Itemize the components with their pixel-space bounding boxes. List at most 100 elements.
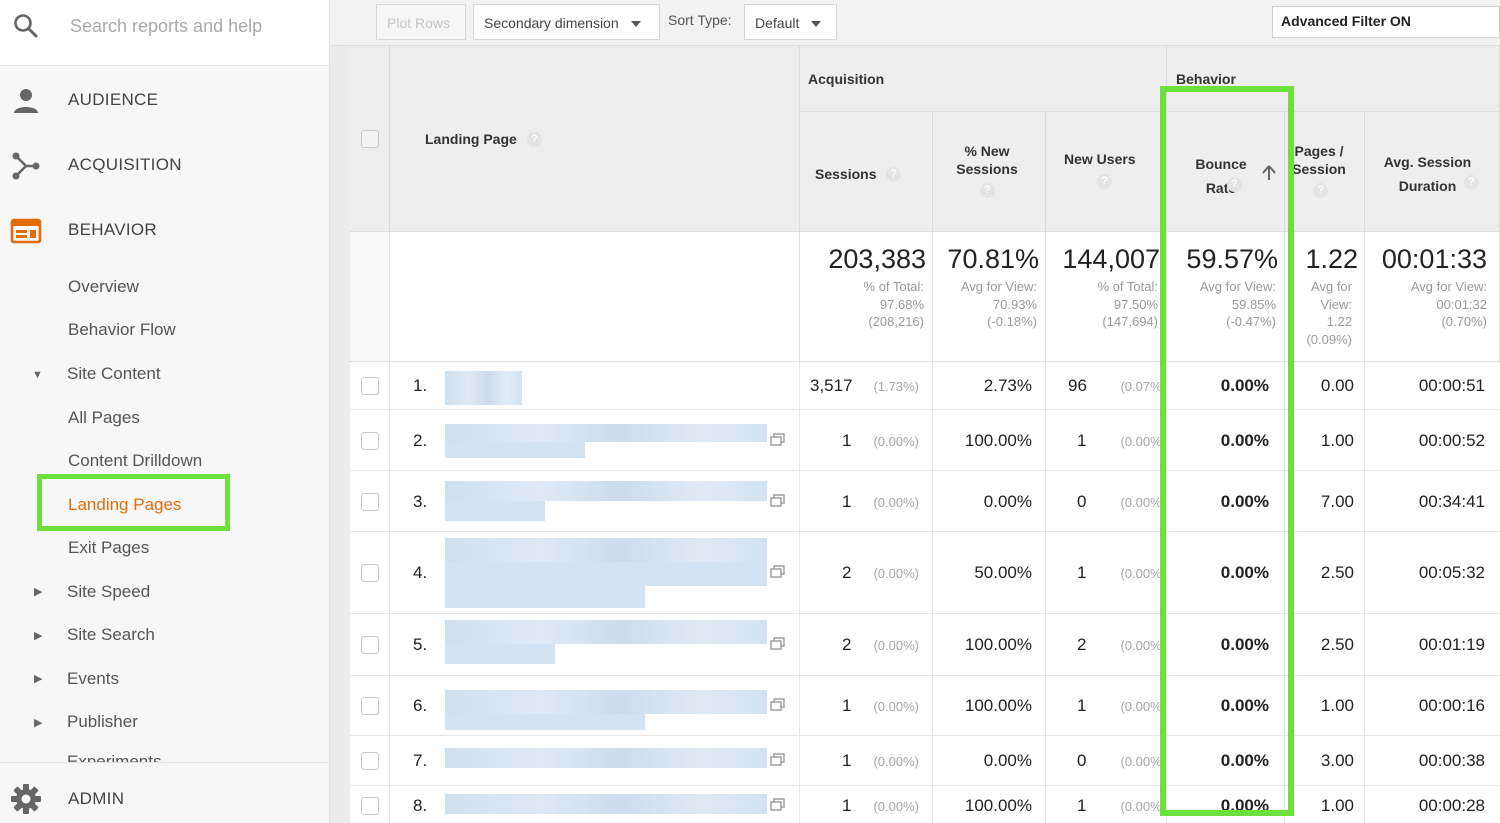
help-icon[interactable]: ? xyxy=(886,167,901,182)
bounce-rate-value: 0.00% xyxy=(1221,696,1269,716)
menu-all-pages[interactable]: All Pages xyxy=(68,408,140,428)
menu-site-search[interactable]: Site Search xyxy=(67,625,155,645)
bounce-rate-value: 0.00% xyxy=(1221,635,1269,655)
row-checkbox-cell xyxy=(350,410,390,470)
help-icon[interactable]: ? xyxy=(1227,177,1242,192)
redacted-url[interactable] xyxy=(445,714,645,730)
menu-behavior-flow[interactable]: Behavior Flow xyxy=(68,320,176,340)
redacted-url[interactable] xyxy=(445,794,767,814)
header-avg-session-duration[interactable]: Avg. Session Duration ? xyxy=(1365,112,1500,232)
redacted-url[interactable] xyxy=(445,690,767,714)
secondary-dimension-dropdown[interactable]: Secondary dimension xyxy=(473,4,660,40)
redacted-url[interactable] xyxy=(445,644,555,664)
external-link-icon[interactable] xyxy=(770,433,785,446)
search-bar[interactable]: Search reports and help xyxy=(0,0,330,66)
table-row[interactable]: 4. 2 (0.00%) 50.00% 1 (0.00%) 0.00% 2.50… xyxy=(350,532,1500,614)
help-icon[interactable]: ? xyxy=(980,183,995,198)
menu-events[interactable]: Events xyxy=(67,669,119,689)
acquisition-group-label: Acquisition xyxy=(808,70,884,88)
sessions-cell: 2 (0.00%) xyxy=(800,532,933,613)
sort-ascending-arrow-icon[interactable] xyxy=(1262,165,1276,181)
header-sessions[interactable]: Sessions ? xyxy=(800,112,933,232)
collapsed-triangle-icon[interactable]: ▶ xyxy=(34,672,42,685)
total-new-sessions-value: 70.81% xyxy=(947,244,1039,275)
sort-type-dropdown[interactable]: Default xyxy=(744,4,837,40)
header-new-sessions[interactable]: % New Sessions ? xyxy=(933,112,1046,232)
new-sessions-cell: 50.00% xyxy=(933,532,1046,613)
row-checkbox[interactable] xyxy=(361,752,379,770)
row-checkbox[interactable] xyxy=(361,636,379,654)
header-landing-page[interactable]: Landing Page ? xyxy=(390,46,800,232)
advanced-filter-badge[interactable]: Advanced Filter ON xyxy=(1272,6,1500,38)
menu-content-drilldown[interactable]: Content Drilldown xyxy=(68,451,202,471)
external-link-icon[interactable] xyxy=(770,494,785,507)
table-row[interactable]: 3. 1 (0.00%) 0.00% 0 (0.00%) 0.00% 7.00 … xyxy=(350,471,1500,532)
menu-exit-pages[interactable]: Exit Pages xyxy=(68,538,149,558)
expanded-triangle-icon[interactable]: ▼ xyxy=(32,369,43,381)
redacted-url[interactable] xyxy=(445,562,767,586)
table-row[interactable]: 5. 2 (0.00%) 100.00% 2 (0.00%) 0.00% 2.5… xyxy=(350,614,1500,676)
help-icon[interactable]: ? xyxy=(1464,175,1479,190)
redacted-url[interactable] xyxy=(445,371,522,405)
external-link-icon[interactable] xyxy=(770,753,785,766)
collapsed-triangle-icon[interactable]: ▶ xyxy=(34,716,42,729)
search-icon xyxy=(12,12,40,40)
help-icon[interactable]: ? xyxy=(1313,183,1328,198)
menu-overview[interactable]: Overview xyxy=(68,277,139,297)
nav-acquisition[interactable]: ACQUISITION xyxy=(0,141,330,191)
nav-behavior[interactable]: BEHAVIOR xyxy=(0,206,330,256)
row-checkbox[interactable] xyxy=(361,797,379,815)
external-link-icon[interactable] xyxy=(770,565,785,578)
avg-session-value: 00:00:16 xyxy=(1419,696,1485,716)
menu-publisher[interactable]: Publisher xyxy=(67,712,138,732)
help-icon[interactable]: ? xyxy=(527,132,542,147)
redacted-url[interactable] xyxy=(445,481,767,501)
avg-session-cell: 00:00:52 xyxy=(1365,410,1500,470)
row-checkbox[interactable] xyxy=(361,377,379,395)
table-row[interactable]: 7. 1 (0.00%) 0.00% 0 (0.00%) 0.00% 3.00 … xyxy=(350,736,1500,786)
nav-audience[interactable]: AUDIENCE xyxy=(0,76,330,126)
menu-site-speed[interactable]: Site Speed xyxy=(67,582,150,602)
row-checkbox-cell xyxy=(350,532,390,613)
nav-audience-label: AUDIENCE xyxy=(68,90,158,110)
sessions-value: 3,517 xyxy=(810,376,853,396)
redacted-url[interactable] xyxy=(445,620,767,644)
row-checkbox[interactable] xyxy=(361,493,379,511)
header-new-users[interactable]: New Users ? xyxy=(1046,112,1167,232)
redacted-url[interactable] xyxy=(445,748,767,768)
select-all-checkbox[interactable] xyxy=(361,130,379,148)
table-row[interactable]: 1. 3,517 (1.73%) 2.73% 96 (0.07%) 0.00% … xyxy=(350,362,1500,410)
row-checkbox[interactable] xyxy=(361,432,379,450)
collapsed-triangle-icon[interactable]: ▶ xyxy=(34,585,42,598)
external-link-icon[interactable] xyxy=(770,698,785,711)
header-pages-session[interactable]: Pages / Session ? xyxy=(1285,112,1365,232)
redacted-url[interactable] xyxy=(445,538,767,562)
help-icon[interactable]: ? xyxy=(1097,174,1112,189)
plot-rows-button[interactable]: Plot Rows xyxy=(376,4,466,40)
nav-admin[interactable]: ADMIN xyxy=(0,762,330,823)
avg-session-cell: 00:00:28 xyxy=(1365,786,1500,823)
sessions-pct: (0.00%) xyxy=(873,495,919,510)
table-row[interactable]: 6. 1 (0.00%) 100.00% 1 (0.00%) 0.00% 1.0… xyxy=(350,676,1500,736)
new-sessions-value: 2.73% xyxy=(984,376,1032,396)
pages-session-cell: 1.00 xyxy=(1285,786,1365,823)
redacted-url[interactable] xyxy=(445,586,645,608)
redacted-url[interactable] xyxy=(445,442,585,458)
header-bounce-rate[interactable]: Bounce Rate ? xyxy=(1167,112,1285,232)
avg-session-header-label: Avg. Session Duration xyxy=(1380,150,1475,198)
table-row[interactable]: 8. 1 (0.00%) 100.00% 1 (0.00%) 0.00% 1.0… xyxy=(350,786,1500,823)
row-checkbox[interactable] xyxy=(361,564,379,582)
external-link-icon[interactable] xyxy=(770,798,785,811)
collapsed-triangle-icon[interactable]: ▶ xyxy=(34,629,42,642)
redacted-url[interactable] xyxy=(445,501,545,521)
menu-site-content[interactable]: Site Content xyxy=(67,364,161,384)
external-link-icon[interactable] xyxy=(770,637,785,650)
menu-experiments[interactable]: Experiments xyxy=(67,752,161,762)
avg-session-value: 00:00:51 xyxy=(1419,376,1485,396)
landing-page-cell: 5. xyxy=(390,614,800,675)
redacted-url[interactable] xyxy=(445,424,767,442)
table-row[interactable]: 2. 1 (0.00%) 100.00% 1 (0.00%) 0.00% 1.0… xyxy=(350,410,1500,471)
row-checkbox[interactable] xyxy=(361,697,379,715)
pages-session-cell: 3.00 xyxy=(1285,736,1365,785)
avg-session-cell: 00:01:19 xyxy=(1365,614,1500,675)
